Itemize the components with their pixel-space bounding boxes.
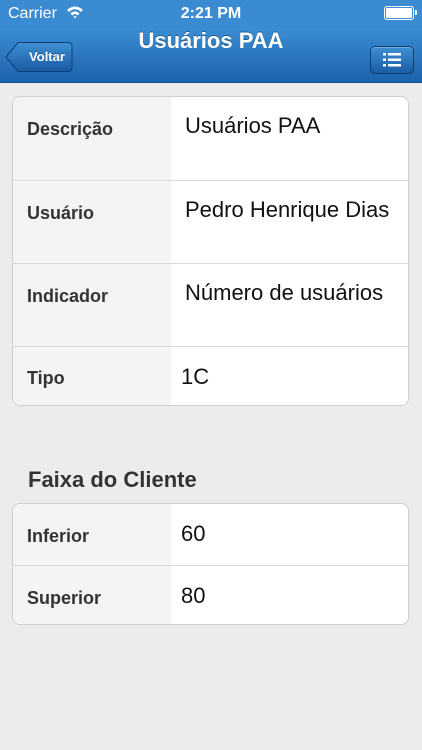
range-label: Inferior xyxy=(27,526,90,546)
detail-value: Número de usuários xyxy=(185,280,384,305)
back-button-label: Voltar xyxy=(29,49,65,64)
list-icon xyxy=(383,53,401,67)
range-value: 80 xyxy=(181,583,206,608)
range-value: 60 xyxy=(181,521,206,546)
menu-button[interactable] xyxy=(370,46,414,74)
detail-label: Usuário xyxy=(27,203,95,223)
status-time: 2:21 PM xyxy=(180,5,242,22)
range-label: Superior xyxy=(27,588,102,608)
battery-icon xyxy=(384,6,417,20)
client-range-card: Inferior 60 Superior 80 xyxy=(12,503,409,625)
detail-row-type: Tipo 1C xyxy=(13,346,408,405)
back-button[interactable]: Voltar xyxy=(5,41,73,73)
status-bar: Carrier 2:21 PM xyxy=(0,0,422,28)
details-card: Descrição Usuários PAA Usuário Pedro Hen… xyxy=(12,96,409,406)
section-header: Faixa do Cliente xyxy=(28,467,197,492)
range-row-lower: Inferior 60 xyxy=(13,504,408,565)
range-row-upper: Superior 80 xyxy=(13,565,408,624)
detail-value: 1C xyxy=(181,364,210,389)
detail-row-indicator: Indicador Número de usuários xyxy=(13,263,408,346)
navigation-bar: Usuários PAA Voltar xyxy=(0,28,422,83)
detail-label: Indicador xyxy=(27,286,109,306)
detail-row-user: Usuário Pedro Henrique Dias xyxy=(13,180,408,263)
detail-row-description: Descrição Usuários PAA xyxy=(13,97,408,180)
detail-label: Descrição xyxy=(27,119,114,139)
detail-value: Pedro Henrique Dias xyxy=(185,197,390,222)
detail-value: Usuários PAA xyxy=(185,113,321,138)
detail-label: Tipo xyxy=(27,368,65,388)
